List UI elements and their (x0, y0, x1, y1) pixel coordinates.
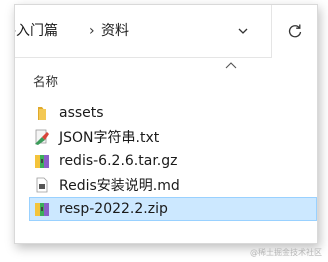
archive-icon (35, 203, 49, 216)
file-name: assets (59, 105, 104, 121)
file-name: resp-2022.2.zip (59, 201, 168, 217)
list-item-redis-tar[interactable]: redis-6.2.6.tar.gz (33, 149, 317, 173)
sort-ascending-icon[interactable] (225, 61, 237, 69)
explorer-window: -入门篇 › 资料 名称 assets JSON字符串.txt redis-6.… (14, 4, 318, 244)
file-name: JSON字符串.txt (59, 130, 160, 146)
refresh-button[interactable] (272, 5, 317, 57)
breadcrumb-parent[interactable]: -入门篇 (15, 21, 58, 41)
refresh-icon (288, 24, 301, 38)
md-file-icon (36, 177, 48, 193)
list-item-resp-zip[interactable]: resp-2022.2.zip (29, 197, 317, 221)
file-name: Redis安装说明.md (59, 178, 180, 194)
address-bar[interactable]: -入门篇 › 资料 (15, 5, 272, 58)
list-item-json-txt[interactable]: JSON字符串.txt (33, 125, 317, 149)
chevron-down-icon[interactable] (237, 25, 249, 37)
list-item-redis-md[interactable]: Redis安装说明.md (33, 173, 317, 197)
watermark: @稀土掘金技术社区 (250, 248, 322, 257)
breadcrumb-current[interactable]: 资料 (101, 21, 129, 41)
column-header-name[interactable]: 名称 (33, 71, 58, 90)
file-name: redis-6.2.6.tar.gz (59, 153, 178, 169)
txt-file-icon (35, 129, 49, 145)
folder-icon (38, 107, 46, 120)
archive-icon (35, 155, 49, 168)
list-item-assets[interactable]: assets (33, 101, 317, 125)
breadcrumb-separator-icon[interactable]: › (89, 21, 95, 41)
